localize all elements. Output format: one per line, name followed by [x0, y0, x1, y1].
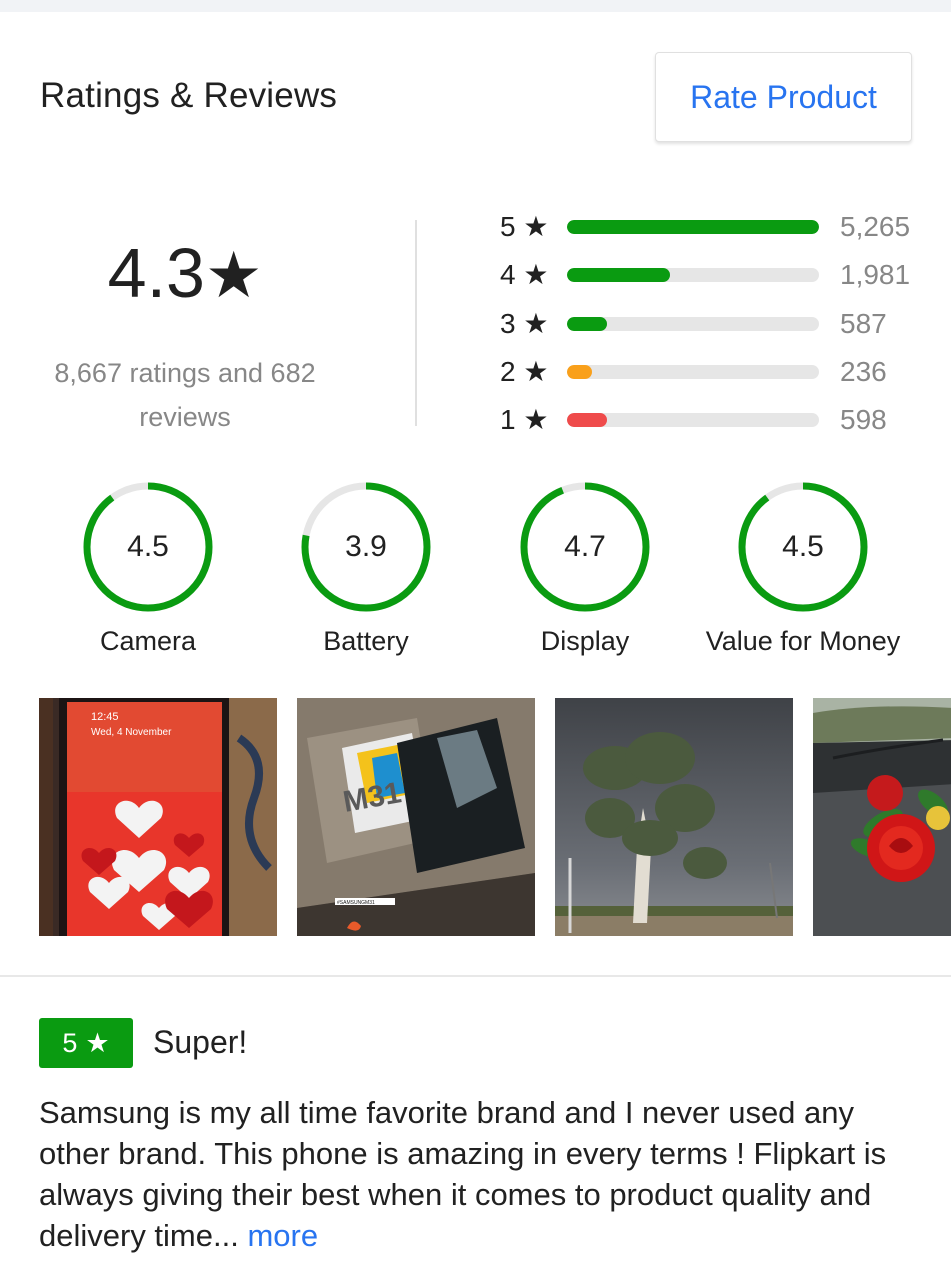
aspect-value: 4.5 [127, 530, 169, 563]
overall-rating: 4.3★ 8,667 ratings and 682 reviews [30, 225, 340, 439]
distribution-label: 1 ★ [500, 404, 549, 435]
customer-photos-strip: 12:45 Wed, 4 November M31 #SAMSUNGM31 [39, 698, 951, 936]
aspect-label: Camera [99, 626, 197, 656]
photo-cloudy-tree[interactable] [555, 698, 793, 936]
review-title: Super! [153, 1024, 248, 1060]
aspect-label: Battery [323, 626, 409, 656]
photo-time-text: 12:45 [91, 711, 119, 723]
star-icon: ★ [204, 239, 263, 311]
review-rating-value: 5 [62, 1027, 78, 1058]
aspect-value: 4.7 [564, 530, 606, 563]
aspect-value: 3.9 [345, 530, 387, 563]
distribution-count: 587 [840, 308, 887, 339]
rate-product-button[interactable]: Rate Product [655, 52, 912, 142]
review-rating-badge: 5 ★ [39, 1018, 133, 1068]
distribution-bar-fill [567, 268, 671, 282]
distribution-bar-track [567, 268, 819, 282]
distribution-bar-fill [567, 365, 593, 379]
ratings-summary-line1: 8,667 ratings and 682 [54, 358, 316, 388]
aspect-label: Value for Money [705, 626, 901, 656]
distribution-count: 236 [840, 356, 887, 387]
distribution-bar-track [567, 220, 819, 234]
distribution-row-1: 1 ★ 598 [500, 400, 940, 440]
photo-date-text: Wed, 4 November [91, 727, 172, 738]
section-title: Ratings & Reviews [40, 76, 338, 115]
distribution-bar-track [567, 365, 819, 379]
more-link[interactable]: more [247, 1218, 318, 1253]
distribution-count: 598 [840, 404, 887, 435]
aspect-rating-display[interactable]: 4.7 Display [475, 480, 695, 657]
distribution-row-3: 3 ★ 587 [500, 304, 940, 344]
distribution-bar-track [567, 413, 819, 427]
distribution-bar-fill [567, 413, 608, 427]
aspect-rating-camera[interactable]: 4.5 Camera [38, 480, 258, 657]
aspect-value: 4.5 [782, 530, 824, 563]
photo-phone-hearts[interactable]: 12:45 Wed, 4 November [39, 698, 277, 936]
star-icon: ★ [85, 1027, 110, 1058]
aspect-label: Display [540, 626, 630, 656]
distribution-row-2: 2 ★ 236 [500, 352, 940, 392]
ratings-summary: 8,667 ratings and 682 reviews [30, 351, 340, 439]
distribution-label: 4 ★ [500, 259, 549, 290]
aspect-rating-value-for-money[interactable]: 4.5 Value for Money [693, 480, 913, 657]
photo-samsung-box[interactable]: M31 #SAMSUNGM31 [297, 698, 535, 936]
distribution-row-5: 5 ★ 5,265 [500, 207, 940, 247]
aspect-rating-battery[interactable]: 3.9 Battery [256, 480, 476, 657]
photo-tag-text: #SAMSUNGM31 [337, 900, 375, 906]
photo-rose-dashboard[interactable] [813, 698, 951, 936]
ratings-summary-line2: reviews [139, 402, 231, 432]
section-divider [0, 975, 951, 977]
review-text: Samsung is my all time favorite brand an… [39, 1095, 887, 1253]
distribution-label: 2 ★ [500, 356, 549, 387]
distribution-label: 5 ★ [500, 211, 549, 242]
distribution-count: 5,265 [840, 211, 911, 242]
distribution-count: 1,981 [840, 259, 911, 290]
distribution-bar-fill [567, 317, 608, 331]
vertical-divider [415, 220, 417, 426]
review-body: Samsung is my all time favorite brand an… [39, 1092, 919, 1256]
distribution-label: 3 ★ [500, 308, 549, 339]
overall-rating-value: 4.3 [107, 234, 205, 312]
distribution-bar-fill [567, 220, 819, 234]
distribution-row-4: 4 ★ 1,981 [500, 255, 940, 295]
top-strip [0, 0, 951, 12]
distribution-bar-track [567, 317, 819, 331]
